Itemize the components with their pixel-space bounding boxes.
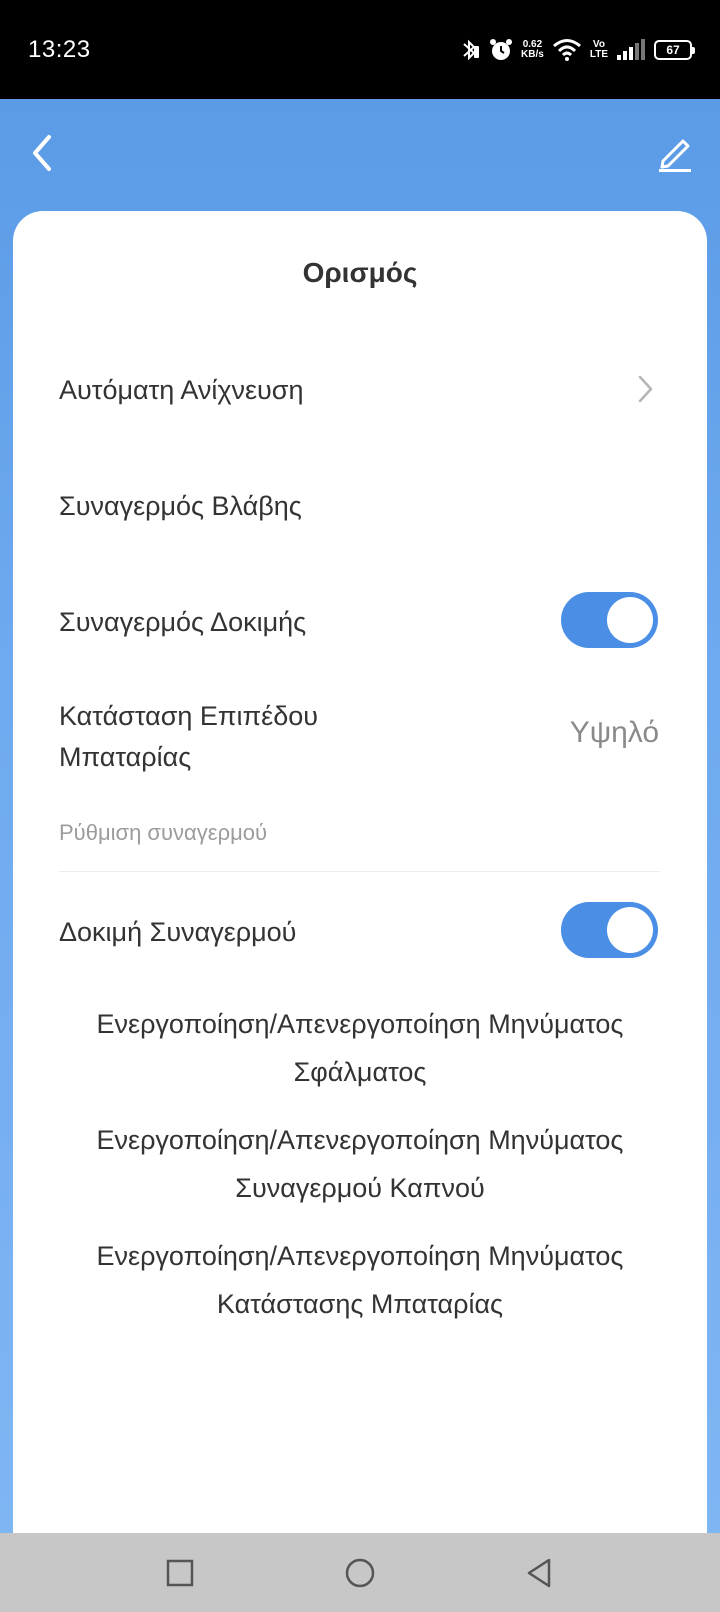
circle-icon bbox=[343, 1558, 377, 1594]
volte-indicator: Vo LTE bbox=[590, 40, 608, 60]
bluetooth-icon bbox=[459, 38, 481, 62]
alarm-test-toggle[interactable] bbox=[561, 902, 658, 958]
battery-icon: 67 bbox=[654, 40, 695, 60]
test-alarm-toggle[interactable] bbox=[561, 592, 658, 648]
status-bar: 13:23 0.62 KB/s Vo LTE 67 bbox=[0, 0, 720, 99]
message-line1: Ενεργοποίηση/Απενεργοποίηση Μηνύματος bbox=[96, 1125, 624, 1155]
message-line2: Σφάλματος bbox=[293, 1057, 427, 1087]
error-message-toggle-item[interactable]: Ενεργοποίηση/Απενεργοποίηση Μηνύματος Σφ… bbox=[40, 1000, 680, 1096]
wifi-icon bbox=[552, 38, 582, 62]
toggle-knob bbox=[607, 597, 653, 643]
message-line2: Κατάστασης Μπαταρίας bbox=[216, 1289, 504, 1319]
chevron-left-icon bbox=[29, 133, 55, 178]
net-speed: 0.62 KB/s bbox=[521, 40, 544, 60]
status-time: 13:23 bbox=[28, 36, 91, 63]
fault-alarm-label: Συναγερμός Βλάβης bbox=[59, 491, 302, 521]
status-icons: 0.62 KB/s Vo LTE 67 bbox=[459, 34, 695, 66]
battery-level-label: Κατάσταση Επιπέδου Μπαταρίας bbox=[59, 696, 318, 778]
battery-level-value: Υψηλό bbox=[569, 716, 659, 749]
nav-back-button[interactable] bbox=[523, 1556, 557, 1590]
message-line1: Ενεργοποίηση/Απενεργοποίηση Μηνύματος bbox=[96, 1009, 624, 1039]
battery-level-label-line1: Κατάσταση Επιπέδου bbox=[59, 701, 319, 731]
chevron-right-icon bbox=[636, 374, 656, 404]
message-line2: Συναγερμού Καπνού bbox=[235, 1173, 485, 1203]
edit-button[interactable] bbox=[652, 130, 698, 180]
triangle-back-icon bbox=[523, 1558, 557, 1594]
battery-level-label-line2: Μπαταρίας bbox=[59, 742, 192, 772]
net-speed-unit: KB/s bbox=[521, 49, 544, 60]
alarm-icon bbox=[489, 38, 513, 62]
signal-icon bbox=[616, 39, 646, 61]
auto-detection-row[interactable]: Αυτόματη Ανίχνευση bbox=[59, 370, 659, 411]
toggle-knob bbox=[607, 907, 653, 953]
recents-button[interactable] bbox=[163, 1556, 197, 1590]
auto-detection-label: Αυτόματη Ανίχνευση bbox=[59, 375, 304, 405]
volte-bottom: LTE bbox=[589, 49, 608, 60]
test-alarm-label: Συναγερμός Δοκιμής bbox=[59, 607, 307, 637]
section-header: Ρύθμιση συναγερμού bbox=[59, 820, 268, 845]
message-line1: Ενεργοποίηση/Απενεργοποίηση Μηνύματος bbox=[96, 1241, 624, 1271]
battery-status-message-toggle-item[interactable]: Ενεργοποίηση/Απενεργοποίηση Μηνύματος Κα… bbox=[40, 1232, 680, 1328]
back-button[interactable] bbox=[22, 130, 62, 180]
square-icon bbox=[163, 1559, 197, 1594]
page-title: Ορισμός bbox=[302, 257, 418, 288]
home-button[interactable] bbox=[343, 1556, 377, 1590]
pencil-icon bbox=[655, 133, 695, 178]
smoke-alarm-message-toggle-item[interactable]: Ενεργοποίηση/Απενεργοποίηση Μηνύματος Συ… bbox=[40, 1116, 680, 1212]
alarm-test-label: Δοκιμή Συναγερμού bbox=[59, 917, 297, 947]
divider bbox=[59, 871, 660, 872]
